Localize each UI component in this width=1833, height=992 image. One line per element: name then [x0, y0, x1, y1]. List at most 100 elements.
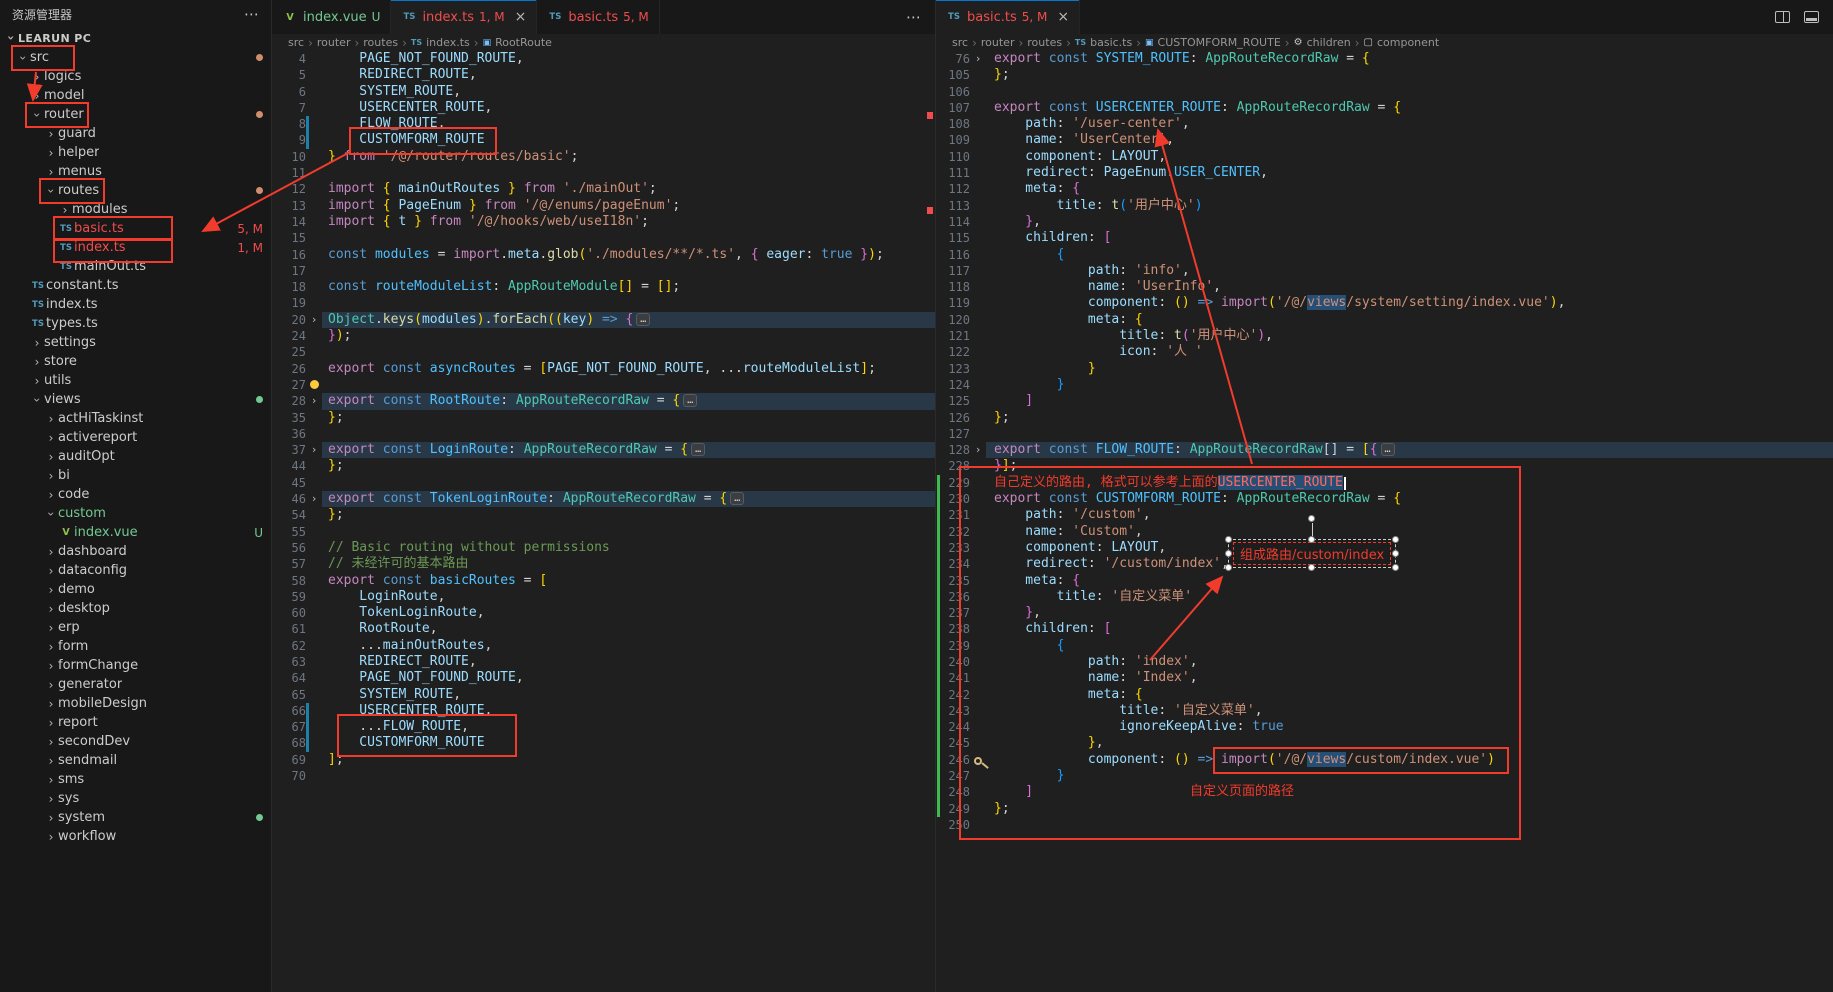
breadcrumb-item[interactable]: CUSTOMFORM_ROUTE	[1158, 36, 1281, 49]
code-line[interactable]: 124 }	[936, 377, 1833, 393]
tree-folder-model[interactable]: ›model	[0, 86, 271, 105]
code-line[interactable]: 232 name: 'Custom',	[936, 524, 1833, 540]
code-line[interactable]: 128›export const FLOW_ROUTE: AppRouteRec…	[936, 442, 1833, 458]
code-line[interactable]: 12import { mainOutRoutes } from './mainO…	[272, 181, 935, 197]
fold-chevron-icon[interactable]: ›	[306, 312, 322, 328]
code-line[interactable]: 44};	[272, 458, 935, 474]
tree-folder-sys[interactable]: ›sys	[0, 789, 271, 808]
code-line[interactable]: 238 children: [	[936, 621, 1833, 637]
tab-basic.ts[interactable]: TSbasic.ts5, M×	[936, 0, 1080, 34]
tab-basic.ts[interactable]: TSbasic.ts5, M	[537, 0, 659, 34]
fold-chevron-icon[interactable]: ›	[970, 51, 986, 67]
code-line[interactable]: 26export const asyncRoutes = [PAGE_NOT_F…	[272, 361, 935, 377]
code-line[interactable]: 10} from '/@/router/routes/basic';	[272, 149, 935, 165]
tree-folder-custom[interactable]: ›custom	[0, 504, 271, 523]
code-line[interactable]: 249};	[936, 801, 1833, 817]
breadcrumb-item[interactable]: router	[317, 36, 351, 49]
code-line[interactable]: 9 CUSTOMFORM_ROUTE	[272, 132, 935, 148]
code-line[interactable]: 69];	[272, 752, 935, 768]
tree-folder-store[interactable]: ›store	[0, 352, 271, 371]
code-line[interactable]: 107export const USERCENTER_ROUTE: AppRou…	[936, 100, 1833, 116]
fold-chevron-icon[interactable]: ›	[306, 393, 322, 409]
tree-folder-workflow[interactable]: ›workflow	[0, 827, 271, 846]
tree-file-index.vue[interactable]: Vindex.vueU	[0, 523, 271, 542]
code-line[interactable]: 240 path: 'index',	[936, 654, 1833, 670]
tree-file-constant.ts[interactable]: TSconstant.ts	[0, 276, 271, 295]
editor-more-actions-icon[interactable]: ⋯	[906, 8, 935, 26]
tree-file-index.ts[interactable]: TSindex.ts1, M	[0, 238, 271, 257]
code-line[interactable]: 230export const CUSTOMFORM_ROUTE: AppRou…	[936, 491, 1833, 507]
code-line[interactable]: 115 children: [	[936, 230, 1833, 246]
resize-handle[interactable]	[1392, 550, 1399, 557]
resize-handle[interactable]	[1225, 564, 1232, 571]
code-line[interactable]: 55	[272, 524, 935, 540]
code-line[interactable]: 70	[272, 768, 935, 784]
code-line[interactable]: 236 title: '自定义菜单'	[936, 589, 1833, 605]
code-line[interactable]: 122 icon: '人 '	[936, 344, 1833, 360]
code-line[interactable]: 112 meta: {	[936, 181, 1833, 197]
code-line[interactable]: 228}];	[936, 458, 1833, 474]
tree-folder-routes[interactable]: ›routes	[0, 181, 271, 200]
workspace-section-header[interactable]: › LEARUN PC	[0, 28, 271, 48]
tree-file-types.ts[interactable]: TStypes.ts	[0, 314, 271, 333]
code-line[interactable]: 28›export const RootRoute: AppRouteRecor…	[272, 393, 935, 409]
code-line[interactable]: 109 name: 'UserCenter',	[936, 132, 1833, 148]
code-line[interactable]: 242 meta: {	[936, 687, 1833, 703]
code-line[interactable]: 113 title: t('用户中心')	[936, 198, 1833, 214]
code-line[interactable]: 36	[272, 426, 935, 442]
code-line[interactable]: 45	[272, 475, 935, 491]
code-line[interactable]: 14import { t } from '/@/hooks/web/useI18…	[272, 214, 935, 230]
code-line[interactable]: 58export const basicRoutes = [	[272, 573, 935, 589]
code-line[interactable]: 56// Basic routing without permissions	[272, 540, 935, 556]
tree-folder-views[interactable]: ›views	[0, 390, 271, 409]
tree-folder-desktop[interactable]: ›desktop	[0, 599, 271, 618]
resize-handle[interactable]	[1225, 536, 1232, 543]
split-editor-icon[interactable]	[1775, 11, 1790, 23]
code-line[interactable]: 54};	[272, 507, 935, 523]
tree-folder-system[interactable]: ›system	[0, 808, 271, 827]
code-line[interactable]: 37›export const LoginRoute: AppRouteReco…	[272, 442, 935, 458]
code-line[interactable]: 66 USERCENTER_ROUTE,	[272, 703, 935, 719]
code-line[interactable]: 62 ...mainOutRoutes,	[272, 638, 935, 654]
code-line[interactable]: 7 USERCENTER_ROUTE,	[272, 100, 935, 116]
tree-folder-erp[interactable]: ›erp	[0, 618, 271, 637]
breadcrumb-item[interactable]: src	[288, 36, 304, 49]
breadcrumb-item[interactable]: component	[1377, 36, 1439, 49]
tree-folder-actHiTaskinst[interactable]: ›actHiTaskinst	[0, 409, 271, 428]
code-line[interactable]: 239 {	[936, 638, 1833, 654]
middle-editor[interactable]: 4 PAGE_NOT_FOUND_ROUTE,5 REDIRECT_ROUTE,…	[272, 51, 935, 992]
tree-file-mainOut.ts[interactable]: TSmainOut.ts	[0, 257, 271, 276]
breadcrumb-item[interactable]: src	[952, 36, 968, 49]
tree-folder-mobileDesign[interactable]: ›mobileDesign	[0, 694, 271, 713]
tree-folder-modules[interactable]: ›modules	[0, 200, 271, 219]
code-line[interactable]: 105};	[936, 67, 1833, 83]
code-line[interactable]: 114 },	[936, 214, 1833, 230]
tree-folder-generator[interactable]: ›generator	[0, 675, 271, 694]
tree-folder-helper[interactable]: ›helper	[0, 143, 271, 162]
tree-folder-report[interactable]: ›report	[0, 713, 271, 732]
tree-folder-dashboard[interactable]: ›dashboard	[0, 542, 271, 561]
code-line[interactable]: 106	[936, 84, 1833, 100]
code-line[interactable]: 123 }	[936, 361, 1833, 377]
tree-folder-utils[interactable]: ›utils	[0, 371, 271, 390]
code-line[interactable]: 18const routeModuleList: AppRouteModule[…	[272, 279, 935, 295]
tree-folder-logics[interactable]: ›logics	[0, 67, 271, 86]
code-line[interactable]: 6 SYSTEM_ROUTE,	[272, 84, 935, 100]
code-line[interactable]: 4 PAGE_NOT_FOUND_ROUTE,	[272, 51, 935, 67]
tree-folder-guard[interactable]: ›guard	[0, 124, 271, 143]
breadcrumb-item[interactable]: basic.ts	[1090, 36, 1132, 49]
tree-folder-form[interactable]: ›form	[0, 637, 271, 656]
fold-chevron-icon[interactable]: ›	[306, 442, 322, 458]
code-line[interactable]: 63 REDIRECT_ROUTE,	[272, 654, 935, 670]
code-line[interactable]: 27	[272, 377, 935, 393]
code-line[interactable]: 25	[272, 344, 935, 360]
code-line[interactable]: 250	[936, 817, 1833, 833]
tree-folder-dataconfig[interactable]: ›dataconfig	[0, 561, 271, 580]
code-line[interactable]: 5 REDIRECT_ROUTE,	[272, 67, 935, 83]
right-editor[interactable]: 76›export const SYSTEM_ROUTE: AppRouteRe…	[936, 51, 1833, 992]
code-line[interactable]: 116 {	[936, 247, 1833, 263]
code-line[interactable]: 19	[272, 295, 935, 311]
breadcrumb-item[interactable]: routes	[363, 36, 398, 49]
code-line[interactable]: 247 }	[936, 768, 1833, 784]
tab-index.vue[interactable]: Vindex.vueU	[272, 0, 391, 34]
